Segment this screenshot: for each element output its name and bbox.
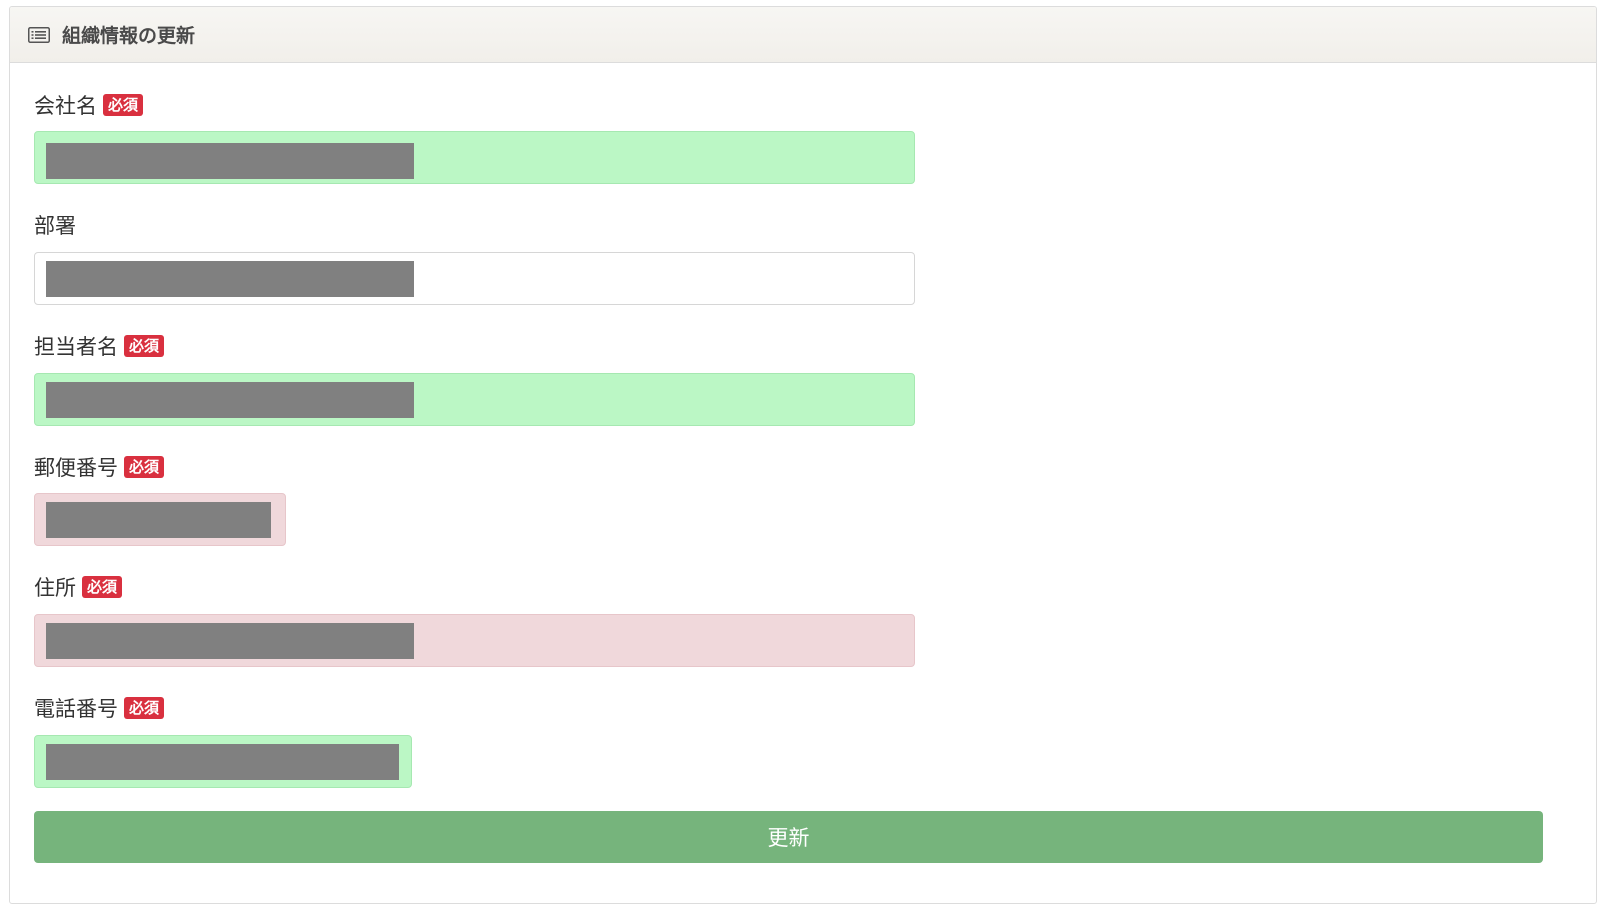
contact-name-label-row: 担当者名 必須: [34, 331, 165, 361]
panel-title: 組織情報の更新: [62, 25, 196, 47]
company-name-label-row: 会社名 必須: [34, 90, 144, 120]
company-name-input[interactable]: [35, 132, 914, 183]
update-button[interactable]: 更新: [34, 811, 1543, 863]
phone-field[interactable]: [34, 735, 412, 788]
list-icon: [28, 26, 50, 43]
required-badge: 必須: [82, 576, 123, 598]
required-badge: 必須: [103, 94, 144, 116]
postal-code-field[interactable]: [34, 493, 286, 546]
department-label-row: 部署: [34, 210, 76, 240]
address-input[interactable]: [35, 615, 914, 666]
department-label: 部署: [34, 214, 76, 238]
contact-name-input[interactable]: [35, 374, 914, 425]
company-name-label: 会社名: [34, 94, 97, 118]
required-badge: 必須: [124, 335, 165, 357]
postal-code-label-row: 郵便番号 必須: [34, 452, 165, 482]
contact-name-label: 担当者名: [34, 335, 118, 359]
phone-input[interactable]: [35, 736, 411, 787]
contact-name-field[interactable]: [34, 373, 915, 426]
department-input[interactable]: [35, 253, 914, 304]
address-label: 住所: [34, 576, 76, 600]
required-badge: 必須: [124, 697, 165, 719]
postal-code-label: 郵便番号: [34, 456, 118, 480]
phone-label-row: 電話番号 必須: [34, 693, 165, 723]
required-badge: 必須: [124, 456, 165, 478]
company-name-field[interactable]: [34, 131, 915, 184]
phone-label: 電話番号: [34, 697, 118, 721]
panel-header: 組織情報の更新: [10, 7, 1596, 63]
postal-code-input[interactable]: [35, 494, 285, 545]
department-field[interactable]: [34, 252, 915, 305]
org-info-panel: 組織情報の更新 会社名 必須 部署 担当者名 必須 郵便番号 必須 住所 必須 …: [9, 6, 1597, 904]
address-label-row: 住所 必須: [34, 572, 123, 602]
address-field[interactable]: [34, 614, 915, 667]
